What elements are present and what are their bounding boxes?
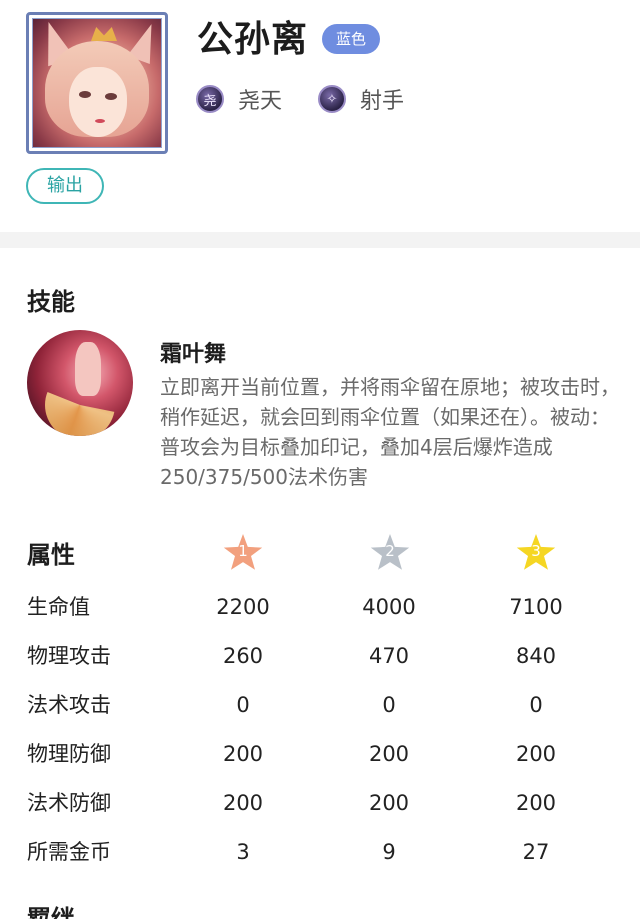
attribute-row: 所需金币 3 9 27 bbox=[0, 832, 640, 872]
attribute-label: 物理防御 bbox=[27, 742, 111, 766]
attribute-row: 物理攻击 260 470 840 bbox=[0, 636, 640, 676]
bonds-section-title: 羁绊 bbox=[27, 905, 75, 919]
attribute-label: 法术攻击 bbox=[27, 693, 111, 717]
section-divider bbox=[0, 232, 640, 248]
attribute-value-star1: 200 bbox=[222, 742, 264, 766]
attribute-value-star2: 470 bbox=[368, 644, 410, 668]
attribute-value-star2: 0 bbox=[382, 693, 396, 717]
quality-badge: 蓝色 bbox=[322, 24, 381, 54]
attribute-row: 物理防御 200 200 200 bbox=[0, 734, 640, 774]
attribute-value-star2: 4000 bbox=[362, 595, 416, 619]
star-level-1-icon: 1 bbox=[223, 534, 263, 572]
attribute-value-star1: 200 bbox=[222, 791, 264, 815]
marksman-class-icon: ✧ bbox=[318, 85, 346, 113]
faction-label: 尧天 bbox=[238, 89, 283, 114]
attributes-section-title: 属性 bbox=[27, 541, 75, 569]
attribute-value-star1: 260 bbox=[222, 644, 264, 668]
attribute-label: 法术防御 bbox=[27, 791, 111, 815]
attribute-value-star2: 200 bbox=[368, 742, 410, 766]
attribute-value-star1: 3 bbox=[236, 840, 250, 864]
star-level-2-icon: 2 bbox=[370, 534, 410, 572]
attribute-value-star1: 2200 bbox=[216, 595, 270, 619]
attribute-label: 所需金币 bbox=[27, 840, 111, 864]
skill-icon[interactable] bbox=[27, 330, 133, 436]
attribute-row: 法术防御 200 200 200 bbox=[0, 783, 640, 823]
attribute-value-star1: 0 bbox=[236, 693, 250, 717]
skills-section-title: 技能 bbox=[27, 288, 75, 316]
attribute-value-star3: 27 bbox=[522, 840, 550, 864]
skill-name: 霜叶舞 bbox=[160, 342, 227, 367]
class-tag[interactable]: ✧ 射手 bbox=[318, 82, 404, 116]
attribute-value-star2: 9 bbox=[382, 840, 396, 864]
yaotian-emblem-icon: 尧 bbox=[196, 85, 224, 113]
attribute-label: 物理攻击 bbox=[27, 644, 111, 668]
hero-avatar[interactable] bbox=[26, 12, 168, 154]
faction-tag[interactable]: 尧 尧天 bbox=[196, 82, 282, 116]
attribute-label: 生命值 bbox=[27, 595, 90, 619]
hero-name: 公孙离 bbox=[197, 19, 309, 60]
class-label: 射手 bbox=[360, 89, 405, 114]
attribute-row: 生命值 2200 4000 7100 bbox=[0, 587, 640, 627]
attribute-value-star3: 200 bbox=[515, 791, 557, 815]
hero-header: 公孙离 蓝色 尧 尧天 ✧ 射手 输出 bbox=[0, 0, 640, 232]
attribute-value-star3: 0 bbox=[529, 693, 543, 717]
attribute-value-star3: 200 bbox=[515, 742, 557, 766]
skill-description: 立即离开当前位置，并将雨伞留在原地；被攻击时，稍作延迟，就会回到雨伞位置（如果还… bbox=[160, 375, 620, 489]
attribute-row: 法术攻击 0 0 0 bbox=[0, 685, 640, 725]
star-level-3-icon: 3 bbox=[516, 534, 556, 572]
attribute-value-star2: 200 bbox=[368, 791, 410, 815]
attribute-value-star3: 840 bbox=[515, 644, 557, 668]
attribute-value-star3: 7100 bbox=[509, 595, 563, 619]
hero-portrait-image bbox=[32, 18, 162, 148]
role-chip[interactable]: 输出 bbox=[26, 168, 104, 204]
